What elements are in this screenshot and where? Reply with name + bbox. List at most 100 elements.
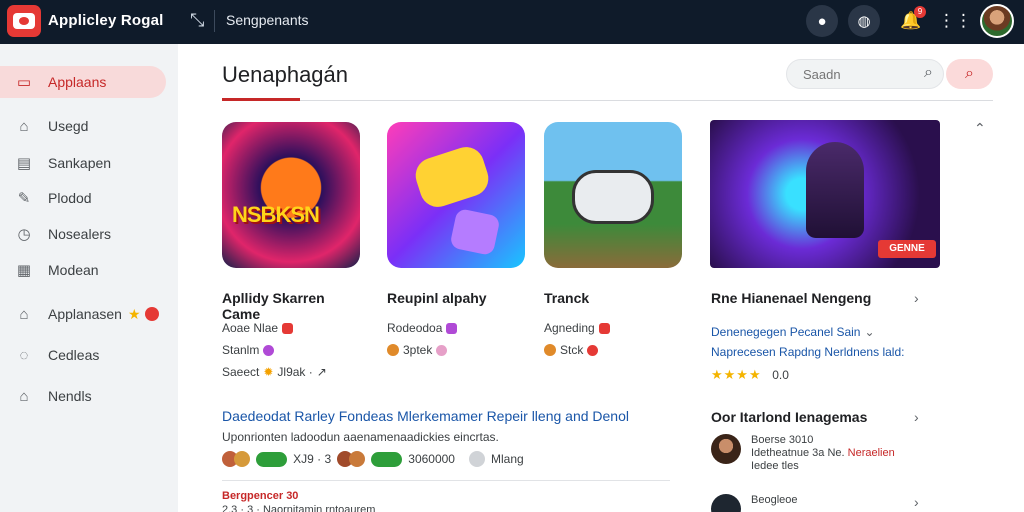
app-category: Stck [560,343,584,357]
app-thumbnail[interactable]: NSBKSN [222,122,360,268]
search-icon: ⌕ [965,65,974,82]
person-info: Beogleoe [751,494,798,512]
app-meta: Rodeodoa [387,321,458,335]
app-size: Saeect [222,365,260,379]
badge-icon [598,322,610,334]
sidebar-item-label: Cedleas [48,347,100,363]
sidebar-item-label: Plodod [48,190,92,206]
sidebar-item-label: Nosealers [48,226,112,242]
chevron-right-icon[interactable]: › [914,494,919,510]
app-title: Applicley Rogal [48,12,164,29]
sidebar-item-usegd[interactable]: ⌂ Usegd [0,110,166,142]
alert-dot-icon [144,307,159,321]
person-line1: Boerse 3010 [751,434,814,446]
avatar [234,451,250,467]
sidebar-item-label: Applanasen [48,306,122,322]
person-row[interactable]: Beogleoe [711,494,798,512]
sidebar-item-plodod[interactable]: ✎ Plodod [0,182,166,214]
gamepad-icon [572,170,654,224]
breadcrumb[interactable]: Sengpenants [226,12,309,28]
featured-app-line2[interactable]: Naprecesen Rapdng Nerldnens lald: [711,345,904,359]
sidebar-item-nosealers[interactable]: ◷ Nosealers [0,218,166,250]
library-icon: ▤ [16,155,32,172]
star-icon: ★ [127,305,141,322]
star-icon: ★★★★ [711,367,762,382]
apps-grid-icon[interactable]: ⋮⋮ [938,8,972,34]
sidebar-item-cedleas[interactable]: ◌ Cedleas [0,339,166,371]
sidebar-item-label: Modean [48,262,99,278]
chevron-right-icon[interactable]: › [914,409,919,425]
person-info: Boerse 3010 Idetheatnue 3a Ne. Neraelien… [751,434,895,473]
person-line2-highlight: Neraelien [847,447,895,459]
app-category: 3ptek [403,343,433,357]
app-logo-icon[interactable] [7,5,41,37]
title-divider [300,100,993,101]
article-meta-name: Mlang [490,452,524,466]
article-meta-left: XJ9 · 3 [293,452,332,466]
app-developer: Agneding [544,321,595,335]
sidebar-item-nendls[interactable]: ⌂ Nendls [0,380,166,412]
controller-icon [410,142,494,212]
featured-app-line1: Denenegegen Pecanel Sain [711,325,861,339]
tag-pill[interactable] [256,451,288,467]
share-icon[interactable]: ↗ [317,365,327,379]
avatar [349,451,366,467]
profile-circle-icon[interactable]: ● [806,5,838,37]
article-footer-text: 2.3 · 3 · Naornitamin rntoaurem [222,504,376,512]
app-name[interactable]: Reupinl alpahy [387,290,487,306]
topbar-divider [214,10,215,32]
top-bar: Applicley Rogal ⤡ Sengpenants ● ◍ 🔔 9 ⋮⋮ [0,0,1024,44]
featured-tag: GENNE [878,240,936,258]
grid-icon: ▦ [16,262,32,279]
app-thumbnail[interactable] [544,122,682,268]
person-line2: Idetheatnue 3a Ne. [751,447,845,459]
chevron-up-icon[interactable]: ⌃ [974,120,986,137]
app-name[interactable]: Apllidy Skarren Came [222,290,352,322]
person-row[interactable]: Boerse 3010 Idetheatnue 3a Ne. Neraelien… [711,434,895,473]
tag-pill[interactable] [371,451,403,467]
avatar [711,494,741,512]
chat-icon: ◌ [19,346,29,364]
sidebar-item-applanasen[interactable]: ⌂ Applanasen ★ [0,298,166,330]
globe-icon[interactable]: ◍ [848,5,880,37]
app-thumbnail[interactable] [387,122,525,268]
app-meta: Saeect ✹ Jl9ak · ↗ [222,365,327,379]
bag-icon: ⌂ [19,117,29,135]
sidebar-item-label: Applaans [48,74,107,90]
badge-icon [263,344,275,356]
app-developer: Rodeodoa [387,321,443,335]
collapse-icon[interactable]: ⤡ [190,10,204,31]
app-name[interactable]: Tranck [544,290,589,306]
coin-icon [387,344,399,356]
featured-app-line[interactable]: Denenegegen Pecanel Sain ⌄ [711,325,875,339]
badge-icon [436,344,448,356]
hero-figure [806,142,864,238]
rating-stars: ★★★★ 0.0 [711,367,789,383]
app-category: Stanlm [222,343,260,357]
avatar[interactable] [980,4,1014,38]
search-input[interactable] [803,66,903,82]
app-meta: Stck [544,343,599,357]
chevron-right-icon[interactable]: › [914,290,919,306]
home-icon: ⌂ [19,305,29,323]
search-icon[interactable]: ⌕ [924,64,933,82]
chevron-down-icon: ⌄ [864,325,875,339]
featured-app-name[interactable]: Rne Hianenael Nengeng [711,290,871,306]
sidebar-item-sankapen[interactable]: ▤ Sankapen [0,147,166,179]
app-meta: Agneding [544,321,610,335]
app-meta: Aoae Nlae [222,321,294,335]
people-section-title: Oor Itarlond Ienagemas [711,409,868,425]
bell-icon[interactable]: 🔔 9 [898,6,926,34]
sidebar-item-applaans[interactable]: ▭ Applaans [0,66,166,98]
notification-badge: 9 [914,6,926,18]
article-title[interactable]: Daedeodat Rarley Fondeas Mlerkemamer Rep… [222,408,629,424]
app-developer: Aoae Nlae [222,321,279,335]
search-button[interactable]: ⌕ [946,59,993,89]
sidebar-item-label: Usegd [48,118,89,134]
sidebar-item-label: Nendls [48,388,92,404]
app-meta: 3ptek [387,343,448,357]
featured-thumbnail[interactable]: GENNE [710,120,940,268]
clock-icon: ◷ [17,226,31,243]
dice-icon [449,207,501,257]
sidebar-item-modean[interactable]: ▦ Modean [0,254,166,286]
